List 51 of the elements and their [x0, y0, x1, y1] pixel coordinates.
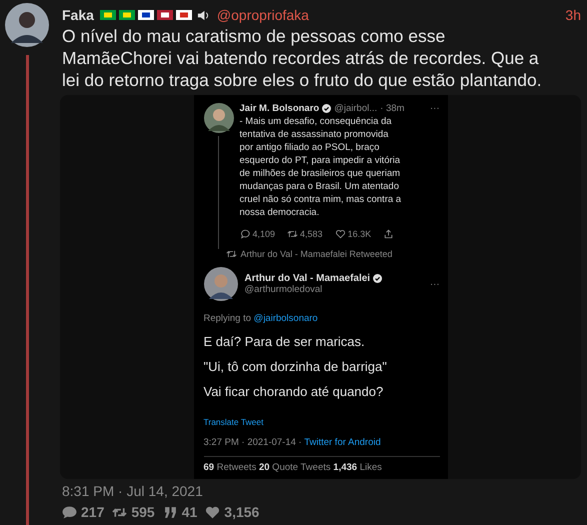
author-handle: @arthurmoledoval [244, 284, 324, 295]
flag-icon [156, 10, 173, 20]
tweet-text: - Mais um desafio, consequência da tentativa de assassinato promovida por antigo filiado ao PSOL, braço esquerdo do PT, para impedir a vitória de milhões de brasileiros que queriam mudanças para o Brasil. Um atentado cruel não só contra mim, mas contra a nossa democracia. [240, 115, 402, 219]
tweet-time: · 38m [380, 103, 404, 114]
retweet-icon [226, 249, 236, 259]
flag-icon [138, 10, 154, 20]
avatar [204, 267, 238, 301]
action-count: 16.3K [348, 229, 372, 239]
avatar [204, 103, 234, 133]
more-icon: ··· [430, 278, 440, 290]
retweet-note: Arthur do Val - Mamaefalei Retweeted [240, 249, 392, 259]
avatar[interactable] [5, 3, 49, 47]
tweet-text: E daí? Para de ser maricas. [204, 334, 366, 349]
flag-icon [100, 10, 116, 20]
translate-link: Translate Tweet [204, 417, 265, 427]
source-link: Twitter for Android [304, 437, 381, 448]
replying-to: Replying to @jairbolsonaro [204, 313, 319, 324]
speaker-icon [196, 8, 210, 22]
flag-icon [118, 10, 135, 20]
tweet-text: Vai ficar chorando até quando? [204, 384, 384, 399]
tweet-text: "Ui, tô com dorzinha de barriga" [204, 359, 388, 374]
stat-count: 217 [81, 504, 104, 520]
more-icon: ··· [430, 103, 440, 114]
action-count: 4,583 [300, 229, 323, 239]
media-card[interactable] [60, 95, 581, 479]
flag-icon [176, 10, 192, 20]
author-name: Arthur do Val - Mamaefalei [244, 273, 370, 284]
share-icon [383, 229, 394, 239]
comment-icon[interactable] [62, 506, 77, 518]
tweet-time[interactable]: 3h [565, 7, 581, 23]
author-handle[interactable]: @opropriofaka [216, 7, 309, 23]
stat-count: 3,156 [224, 504, 260, 520]
mention-link: @jairbolsonaro [254, 313, 318, 324]
stat-count: 41 [182, 504, 198, 520]
heart-icon [334, 229, 346, 239]
retweet-icon[interactable] [112, 506, 128, 518]
stat-count: 595 [131, 504, 155, 520]
author-handle: @jairbol... [334, 103, 378, 114]
verified-icon [322, 104, 332, 113]
author-name[interactable]: Faka [62, 7, 94, 23]
author-name: Jair M. Bolsonaro [240, 103, 320, 114]
comment-icon [240, 229, 250, 239]
tweet-timestamp[interactable]: 8:31 PM · Jul 14, 2021 [62, 483, 581, 499]
action-count: 4,109 [252, 229, 276, 239]
tweet-text: O nível do mau caratismo de pessoas como esse MamãeChorei vai batendo recordes atrás de recordes. Que a lei do retorno traga sobre eles o fruto do que estão plantando. [62, 25, 542, 91]
verified-icon [373, 274, 382, 283]
retweet-icon [287, 229, 298, 239]
tweet-meta: 3:27 PM · 2021-07-14 · Twitter for Android [204, 437, 382, 448]
tweet-counts: 69 Retweets 20 Quote Tweets 1,436 Likes [204, 462, 383, 473]
heart-icon[interactable] [205, 506, 220, 518]
quote-icon[interactable] [162, 506, 178, 518]
